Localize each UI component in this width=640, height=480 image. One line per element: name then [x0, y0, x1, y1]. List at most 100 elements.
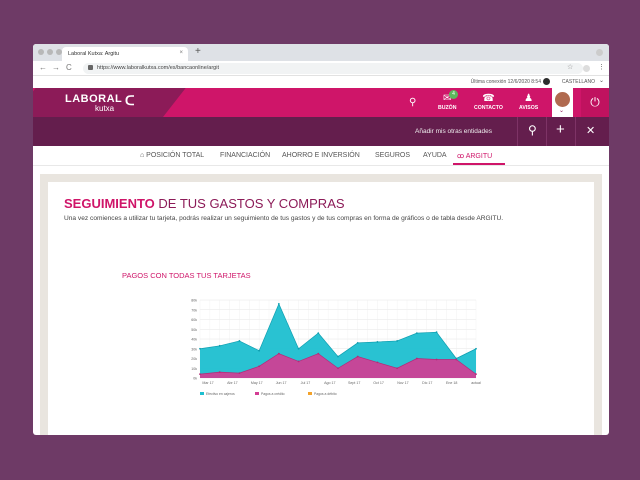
- extension-icon[interactable]: [583, 65, 590, 72]
- page-title-bold: SEGUIMIENTO: [64, 196, 155, 211]
- new-tab-button[interactable]: +: [195, 46, 201, 57]
- browser-window: Laboral Kutxa: Argitu × + ← → C https://…: [33, 44, 609, 435]
- data-point: [277, 352, 280, 355]
- logout-button[interactable]: ⏻: [581, 88, 609, 117]
- menu-item-seguros[interactable]: SEGUROS: [375, 152, 410, 159]
- search-icon: ⚲: [409, 97, 417, 108]
- menu-item-argitu[interactable]: ꝏ ARGITU: [457, 152, 492, 160]
- window-controls: [38, 49, 62, 55]
- x-tick-label: May 17: [251, 381, 263, 385]
- chart-title: PAGOS CON TODAS TUS TARJETAS: [122, 271, 251, 280]
- x-tick-label: Jun 17: [276, 381, 287, 385]
- profile-icon[interactable]: [596, 49, 603, 56]
- data-point: [337, 367, 339, 370]
- data-point: [356, 355, 359, 358]
- buzon-label: BUZÓN: [438, 105, 457, 111]
- url-text: https://www.laboralkutxa.com/es/bancaonl…: [97, 65, 219, 71]
- page-description: Una vez comiences a utilizar tu tarjeta,…: [64, 215, 504, 222]
- close-window-icon[interactable]: [38, 49, 44, 55]
- data-point: [455, 358, 458, 361]
- buzon-button[interactable]: ✉ 4 BUZÓN: [438, 90, 458, 111]
- location-pin-icon[interactable]: ⚲: [528, 123, 537, 137]
- data-point: [337, 355, 339, 358]
- data-point: [415, 332, 418, 335]
- avatar: [555, 92, 570, 107]
- url-input[interactable]: https://www.laboralkutxa.com/es/bancaonl…: [83, 63, 583, 74]
- data-point: [297, 347, 300, 350]
- data-point: [258, 365, 261, 368]
- data-point: [356, 342, 359, 344]
- avisos-button[interactable]: ♟ AVISOS: [519, 93, 538, 111]
- tab-title: Laboral Kutxa: Argitu: [68, 51, 120, 57]
- entities-bar: Añadir mis otras entidades ⚲ + ✕: [33, 117, 609, 146]
- divider: [575, 117, 576, 146]
- x-tick-label: Mar 17: [202, 381, 213, 385]
- y-tick-label: 30k: [191, 347, 197, 351]
- language-selector[interactable]: CASTELLANO: [562, 79, 595, 85]
- legend-label: Pagos a débito: [314, 392, 337, 396]
- browser-menu-icon[interactable]: ⋮: [598, 63, 605, 71]
- data-point: [435, 331, 438, 334]
- browser-tab[interactable]: Laboral Kutxa: Argitu ×: [62, 47, 188, 61]
- payments-chart: 80k 70k 60k 50k 40k 30k 20k 10k 0k Mar 17 Abr 17 Ma…: [191, 299, 481, 396]
- x-tick-label: Jul 17: [301, 381, 311, 385]
- active-tab-indicator: [453, 163, 505, 165]
- chevron-down-icon[interactable]: ⌄: [599, 77, 604, 84]
- data-point: [218, 344, 221, 347]
- legend-label: Efectivo en cajeros: [206, 392, 235, 396]
- y-tick-label: 60k: [191, 318, 197, 322]
- site-header: LABORAL kutxa ᑕ ⚲ ✉ 4 BUZÓN ☎ CONTACTO ♟…: [33, 88, 609, 117]
- close-icon[interactable]: ✕: [586, 124, 595, 137]
- tab-close-icon[interactable]: ×: [179, 50, 183, 56]
- page-title: SEGUIMIENTO DE TUS GASTOS Y COMPRAS: [64, 196, 345, 211]
- site-logo[interactable]: LABORAL kutxa: [65, 94, 122, 113]
- data-point: [415, 357, 418, 360]
- x-tick-label: Abr 17: [227, 381, 238, 385]
- back-button[interactable]: ←: [39, 63, 47, 72]
- last-connection: Última conexión 12/6/2020 8:54: [470, 79, 541, 85]
- contact-icon: ☎: [482, 93, 495, 104]
- add-icon[interactable]: +: [556, 121, 565, 138]
- data-point: [396, 340, 399, 342]
- mail-count-badge: 4: [449, 90, 458, 99]
- data-point: [317, 332, 320, 335]
- menu-item-ahorro-inversion[interactable]: AHORRO E INVERSIÓN: [282, 152, 360, 159]
- legend-swatch: [200, 392, 204, 395]
- legend-swatch: [255, 392, 259, 395]
- x-tick-label: Sept 17: [348, 381, 360, 385]
- reload-button[interactable]: C: [66, 63, 72, 72]
- page-title-rest: DE TUS GASTOS Y COMPRAS: [154, 196, 345, 211]
- data-point: [475, 373, 477, 375]
- y-tick-label: 10k: [191, 367, 197, 371]
- address-bar: ← → C https://www.laboralkutxa.com/es/ba…: [33, 61, 609, 76]
- bookmark-star-icon[interactable]: ☆: [567, 63, 573, 71]
- data-point: [475, 347, 477, 350]
- power-icon: ⏻: [590, 95, 600, 109]
- x-tick-label: Oct 17: [373, 381, 384, 385]
- minimize-window-icon[interactable]: [47, 49, 53, 55]
- x-tick-label: Ene 18: [446, 381, 457, 385]
- tab-bar: Laboral Kutxa: Argitu × +: [33, 44, 609, 61]
- divider: [517, 117, 518, 146]
- legend-swatch: [308, 392, 312, 395]
- user-menu[interactable]: ⌄: [552, 88, 573, 117]
- data-point: [376, 361, 379, 364]
- logo-mark-icon: ᑕ: [125, 93, 135, 108]
- x-tick-label: Dic 17: [422, 381, 432, 385]
- argitu-icon: ꝏ: [457, 153, 466, 160]
- y-tick-label: 80k: [191, 299, 197, 303]
- data-point: [199, 347, 201, 350]
- forward-button[interactable]: →: [52, 63, 60, 72]
- search-button[interactable]: ⚲: [409, 97, 416, 108]
- data-point: [317, 352, 320, 355]
- y-tick-label: 50k: [191, 328, 197, 332]
- y-tick-label: 20k: [191, 357, 197, 361]
- add-entities-link[interactable]: Añadir mis otras entidades: [415, 128, 492, 135]
- menu-item-posicion-total[interactable]: ⌂ POSICIÓN TOTAL: [140, 152, 204, 159]
- x-tick-label: actual: [471, 381, 481, 385]
- info-bar: Última conexión 12/6/2020 8:54 CASTELLAN…: [33, 76, 609, 88]
- menu-item-ayuda[interactable]: AYUDA: [423, 152, 447, 159]
- chevron-down-icon: ⌄: [559, 108, 565, 114]
- menu-item-financiacion[interactable]: FINANCIACIÓN: [220, 152, 270, 159]
- contacto-button[interactable]: ☎ CONTACTO: [474, 93, 503, 111]
